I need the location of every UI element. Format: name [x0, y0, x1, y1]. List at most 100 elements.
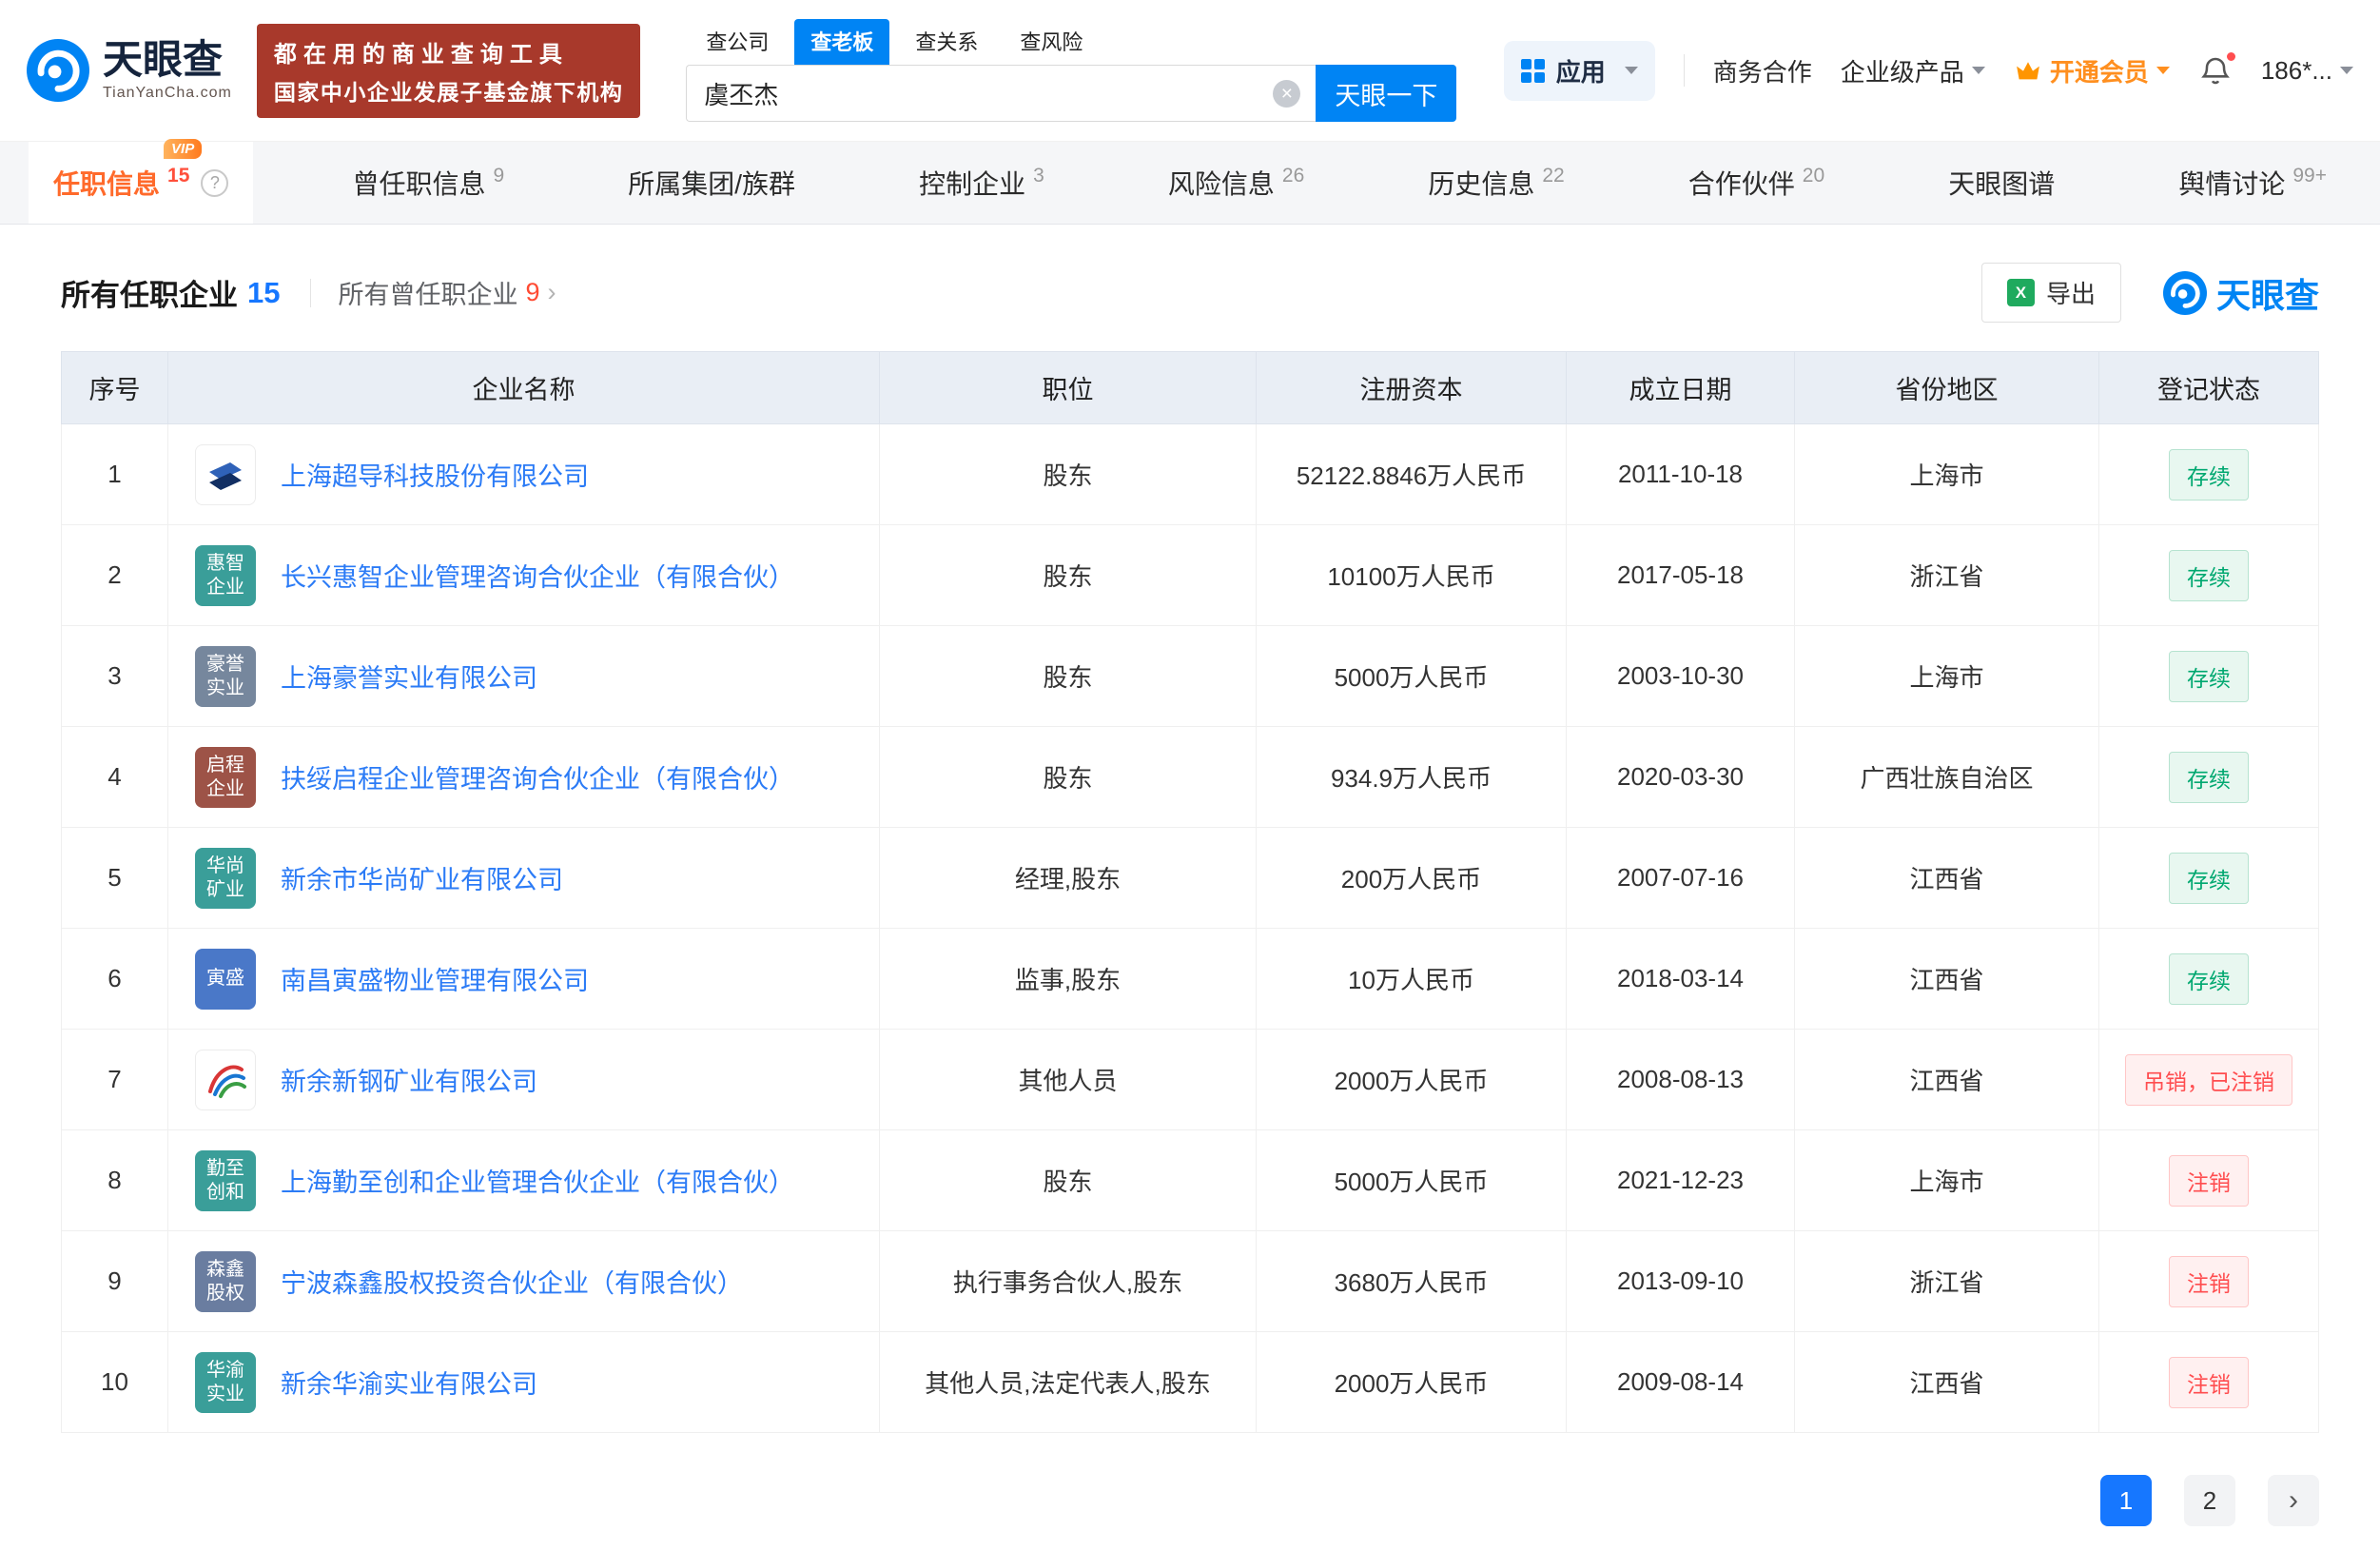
company-name-link[interactable]: 上海超导科技股份有限公司	[281, 456, 589, 493]
tianyancha-logo-icon	[2163, 271, 2207, 315]
capital-cell: 5000万人民币	[1257, 1130, 1567, 1231]
capital-cell: 2000万人民币	[1257, 1030, 1567, 1130]
nav-tab[interactable]: 合作伙伴20	[1664, 142, 1849, 224]
notifications-bell-icon[interactable]	[2198, 53, 2233, 88]
export-button[interactable]: X 导出	[1981, 263, 2121, 323]
table-row: 3 豪誉 实业 上海豪誉实业有限公司 股东 5000万人民币 2003-10-3…	[62, 626, 2319, 727]
section-title: 所有任职企业	[61, 271, 238, 314]
nav-tab-label: 任职信息	[53, 164, 160, 202]
nav-tab[interactable]: 所属集团/族群	[603, 142, 820, 224]
company-name-link[interactable]: 新余市华尚矿业有限公司	[281, 859, 563, 896]
row-index: 6	[62, 929, 168, 1030]
nav-tab[interactable]: 曾任职信息9	[327, 142, 529, 224]
table-row: 10 华渝 实业 新余华渝实业有限公司 其他人员,法定代表人,股东 2000万人…	[62, 1332, 2319, 1433]
position-cell: 其他人员	[880, 1030, 1257, 1130]
company-name-link[interactable]: 新余华渝实业有限公司	[281, 1364, 537, 1401]
search-input[interactable]	[686, 65, 1316, 122]
capital-cell: 2000万人民币	[1257, 1332, 1567, 1433]
company-name-link[interactable]: 上海勤至创和企业管理合伙企业（有限合伙）	[281, 1162, 794, 1199]
nav-tab-label: 风险信息	[1168, 164, 1275, 202]
nav-tab[interactable]: 天眼图谱	[1923, 142, 2079, 224]
region-cell: 江西省	[1795, 1332, 2099, 1433]
table-row: 2 惠智 企业 长兴惠智企业管理咨询合伙企业（有限合伙） 股东 10100万人民…	[62, 525, 2319, 626]
status-badge: 吊销，已注销	[2125, 1054, 2292, 1106]
region-cell: 上海市	[1795, 1130, 2099, 1231]
page-button-1[interactable]: 1	[2100, 1475, 2152, 1526]
menu-item-enterprise-products[interactable]: 企业级产品	[1841, 53, 1985, 88]
column-header: 注册资本	[1257, 352, 1567, 424]
company-name-link[interactable]: 扶绥启程企业管理咨询合伙企业（有限合伙）	[281, 758, 794, 795]
capital-cell: 52122.8846万人民币	[1257, 424, 1567, 525]
enterprise-products-label: 企业级产品	[1841, 53, 1964, 88]
company-name-link[interactable]: 新余新钢矿业有限公司	[281, 1061, 537, 1098]
export-label: 导出	[2046, 275, 2096, 310]
row-index: 8	[62, 1130, 168, 1231]
region-cell: 浙江省	[1795, 525, 2099, 626]
row-index: 2	[62, 525, 168, 626]
table-row: 9 森鑫 股权 宁波森鑫股权投资合伙企业（有限合伙） 执行事务合伙人,股东 36…	[62, 1231, 2319, 1332]
row-index: 5	[62, 828, 168, 929]
search-tab[interactable]: 查关系	[899, 19, 994, 65]
company-name-link[interactable]: 长兴惠智企业管理咨询合伙企业（有限合伙）	[281, 557, 794, 594]
nav-tab-count: 20	[1803, 165, 1824, 187]
nav-tab-count: 26	[1282, 165, 1304, 187]
company-name-link[interactable]: 宁波森鑫股权投资合伙企业（有限合伙）	[281, 1263, 743, 1300]
column-header: 成立日期	[1567, 352, 1795, 424]
search-button[interactable]: 天眼一下	[1316, 65, 1456, 122]
nav-tab-count: 22	[1542, 165, 1564, 187]
position-cell: 监事,股东	[880, 929, 1257, 1030]
company-name-link[interactable]: 南昌寅盛物业管理有限公司	[281, 960, 589, 997]
position-cell: 执行事务合伙人,股东	[880, 1231, 1257, 1332]
column-header: 企业名称	[168, 352, 880, 424]
region-cell: 上海市	[1795, 626, 2099, 727]
next-page-button[interactable]: ›	[2268, 1475, 2319, 1526]
position-cell: 股东	[880, 727, 1257, 828]
business-cooperation-label: 商务合作	[1713, 53, 1812, 88]
search-tab[interactable]: 查老板	[794, 19, 889, 65]
slogan-banner: 都在用的商业查询工具 国家中小企业发展子基金旗下机构	[257, 24, 641, 118]
region-cell: 江西省	[1795, 1030, 2099, 1130]
row-index: 10	[62, 1332, 168, 1433]
company-name-link[interactable]: 上海豪誉实业有限公司	[281, 658, 537, 695]
company-logo: 启程 企业	[195, 747, 256, 808]
nav-tab-label: 舆情讨论	[2178, 164, 2285, 202]
status-badge: 注销	[2169, 1256, 2249, 1307]
nav-tab-count: 15VIP	[167, 165, 189, 187]
apps-menu[interactable]: 应用	[1504, 41, 1655, 101]
menu-item-business-cooperation[interactable]: 商务合作	[1713, 53, 1812, 88]
nav-tab[interactable]: 舆情讨论99+	[2154, 142, 2351, 224]
xingang-logo	[195, 1050, 256, 1110]
section-title-count: 15	[247, 276, 280, 310]
search-tabs: 查公司查老板查关系查风险	[686, 19, 1456, 65]
company-logo: 森鑫 股权	[195, 1251, 256, 1312]
nav-tab[interactable]: 风险信息 26	[1143, 142, 1329, 224]
user-account[interactable]: 186*...	[2261, 56, 2353, 86]
row-index: 9	[62, 1231, 168, 1332]
help-icon[interactable]: ?	[201, 169, 228, 197]
divider	[310, 279, 311, 307]
former-positions-link[interactable]: 所有曾任职企业 9 ›	[338, 274, 556, 311]
company-logo: 豪誉 实业	[195, 646, 256, 707]
nav-tab[interactable]: 控制企业3	[894, 142, 1069, 224]
search-tab[interactable]: 查风险	[1004, 19, 1099, 65]
search-tab[interactable]: 查公司	[690, 19, 785, 65]
tianyancha-logo-icon	[27, 39, 89, 102]
position-cell: 经理,股东	[880, 828, 1257, 929]
tianyancha-logo[interactable]: 天眼查 TianYanCha.com	[27, 39, 232, 102]
menu-item-open-vip[interactable]: 开通会员	[2014, 53, 2170, 88]
nav-tab[interactable]: 任职信息 15VIP?	[29, 142, 253, 224]
status-badge: 存续	[2169, 550, 2249, 601]
status-badge: 存续	[2169, 449, 2249, 501]
date-cell: 2003-10-30	[1567, 626, 1795, 727]
nav-tab[interactable]: 历史信息22	[1403, 142, 1589, 224]
date-cell: 2008-08-13	[1567, 1030, 1795, 1130]
region-cell: 浙江省	[1795, 1231, 2099, 1332]
table-row: 5 华尚 矿业 新余市华尚矿业有限公司 经理,股东 200万人民币 2007-0…	[62, 828, 2319, 929]
nav-tab-label: 所属集团/族群	[628, 164, 795, 202]
apps-grid-icon	[1521, 59, 1545, 83]
position-cell: 股东	[880, 424, 1257, 525]
nav-tab-count: 3	[1033, 165, 1044, 187]
chevron-right-icon: ›	[548, 278, 556, 307]
page-button-2[interactable]: 2	[2184, 1475, 2235, 1526]
position-cell: 股东	[880, 1130, 1257, 1231]
